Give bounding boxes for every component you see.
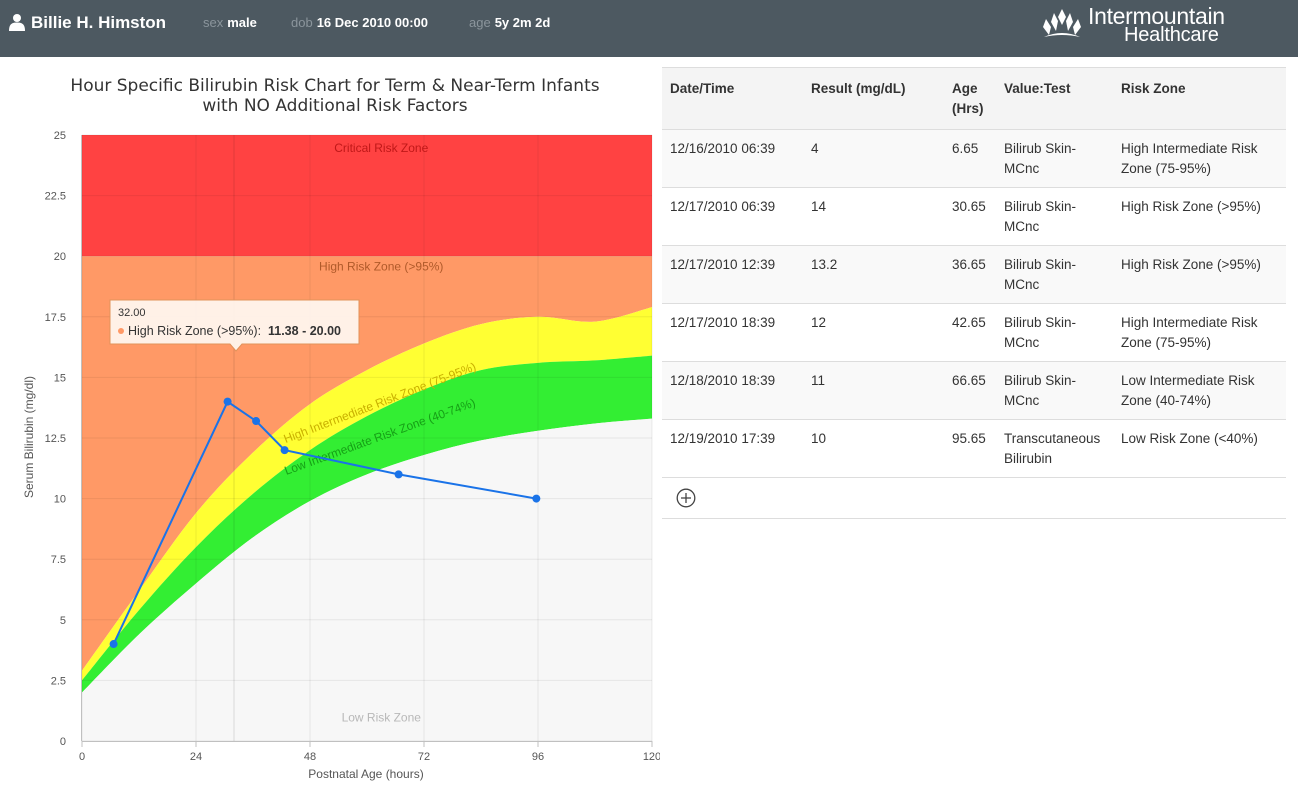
cell-risk-zone: High Risk Zone (>95%) [1121,199,1261,214]
cell-datetime: 12/17/2010 06:39 [670,199,776,214]
bilirubin-data-point[interactable] [252,417,261,426]
cell-risk-zone: Low Intermediate Risk Zone (40-74%) [1121,373,1255,408]
y-tick-label: 12.5 [45,433,66,445]
results-table: Date/Time Result (mg/dL) Age (Hrs) Value… [662,67,1286,478]
intermountain-logo-icon [1043,9,1081,37]
cell-datetime: 12/17/2010 12:39 [670,257,776,272]
x-tick-label: 48 [304,751,316,763]
add-circle-icon[interactable] [676,488,696,508]
col-header-risk-zone[interactable]: Risk Zone [1113,68,1286,130]
cell-value-test: Bilirub Skin-MCnc [1004,199,1077,234]
bilirubin-data-point[interactable] [109,640,118,649]
y-tick-label: 7.5 [51,554,66,566]
y-axis-label: Serum Bilirubin (mg/dl) [22,376,36,498]
y-tick-label: 10 [54,494,66,506]
col-header-datetime[interactable]: Date/Time [662,68,803,130]
cell-age: 42.65 [952,315,986,330]
tooltip-series-dot [118,328,124,334]
chart-subtitle: with NO Additional Risk Factors [202,96,467,116]
cell-result: 12 [811,315,827,330]
cell-age: 36.65 [952,257,986,272]
patient-age: age 5y 2m 2d [469,15,551,30]
bilirubin-data-point[interactable] [223,397,232,406]
cell-result: 14 [811,199,827,214]
x-tick-label: 96 [532,751,544,763]
results-table-panel: Date/Time Result (mg/dL) Age (Hrs) Value… [662,67,1286,519]
col-header-age[interactable]: Age (Hrs) [944,68,996,130]
patient-name: Billie H. Himston [31,13,167,32]
table-row[interactable]: 12/17/2010 18:39 12 42.65 Bilirub Skin-MCnc… [662,303,1286,362]
cell-age: 66.65 [952,373,986,388]
bilirubin-data-point[interactable] [532,494,541,503]
x-axis-label: Postnatal Age (hours) [308,767,423,781]
y-tick-label: 22.5 [45,191,66,203]
zone-label-0: Critical Risk Zone [334,141,428,155]
bilirubin-data-point[interactable] [280,446,289,455]
cell-result: 10 [811,431,827,446]
cell-value-test: Bilirub Skin-MCnc [1004,373,1077,408]
col-header-result[interactable]: Result (mg/dL) [803,68,944,130]
cell-value-test: Transcutaneous Bilirubin [1004,431,1101,466]
cell-age: 6.65 [952,141,979,156]
cell-datetime: 12/17/2010 18:39 [670,315,776,330]
plot-area: 0 2.5 5 7.5 10 12.5 15 17.5 20 22.5 25 0 24 48 72 96 120… [45,130,660,763]
bilirubin-chart-panel: Hour Specific Bilirubin Risk Chart for T… [0,57,660,790]
cell-value-test: Bilirub Skin-MCnc [1004,315,1077,350]
app-header: Billie H. Himston sex male dob 16 Dec 2010… [0,0,1298,57]
y-tick-label: 17.5 [45,312,66,324]
y-tick-label: 15 [54,372,66,384]
cell-datetime: 12/16/2010 06:39 [670,141,776,156]
add-row-bar [662,478,1286,519]
cell-value-test: Bilirub Skin-MCnc [1004,141,1077,176]
table-row[interactable]: 12/16/2010 06:39 4 6.65 Bilirub Skin-MCnc Hi… [662,129,1286,188]
cell-datetime: 12/18/2010 18:39 [670,373,776,388]
bilirubin-risk-chart[interactable]: Hour Specific Bilirubin Risk Chart for T… [0,57,660,790]
table-row[interactable]: 12/18/2010 18:39 11 66.65 Bilirub Skin-MCnc… [662,361,1286,420]
cell-result: 4 [811,141,819,156]
table-row[interactable]: 12/17/2010 06:39 14 30.65 Bilirub Skin-MCnc… [662,187,1286,246]
table-header-row: Date/Time Result (mg/dL) Age (Hrs) Value… [662,67,1286,130]
zone-label-1: High Risk Zone (>95%) [319,260,443,274]
zone-label-4: Low Risk Zone [342,711,422,725]
y-tick-label: 2.5 [51,675,66,687]
cell-result: 13.2 [811,257,838,272]
cell-age: 30.65 [952,199,986,214]
patient-dob: dob 16 Dec 2010 00:00 [291,15,429,30]
cell-value-test: Bilirub Skin-MCnc [1004,257,1077,292]
y-tick-label: 0 [60,736,66,748]
y-tick-label: 5 [60,615,66,627]
table-row[interactable]: 12/19/2010 17:39 10 95.65 Transcutaneous Bi… [662,419,1286,478]
cell-risk-zone: High Intermediate Risk Zone (75-95%) [1121,315,1258,350]
brand-logo: Intermountain Healthcare [1036,3,1286,47]
chart-title: Hour Specific Bilirubin Risk Chart for T… [70,76,599,96]
user-icon [9,14,25,31]
cell-risk-zone: Low Risk Zone (<40%) [1121,431,1258,446]
tooltip-series-label: High Risk Zone (>95%): [128,324,261,338]
x-tick-label: 0 [79,751,85,763]
table-row[interactable]: 12/17/2010 12:39 13.2 36.65 Bilirub Skin-MC… [662,245,1286,304]
y-tick-label: 25 [54,130,66,142]
y-tick-label: 20 [54,251,66,263]
cell-result: 11 [811,373,826,388]
tooltip-range-value: 11.38 - 20.00 [268,324,341,338]
cell-age: 95.65 [952,431,986,446]
cell-risk-zone: High Risk Zone (>95%) [1121,257,1261,272]
col-header-value-test[interactable]: Value:Test [996,68,1113,130]
brand-name-line2: Healthcare [1124,24,1219,46]
cell-risk-zone: High Intermediate Risk Zone (75-95%) [1121,141,1258,176]
x-tick-label: 120 [643,751,660,763]
tooltip-header: 32.00 [118,307,146,319]
bilirubin-data-point[interactable] [394,470,403,479]
x-tick-label: 72 [418,751,430,763]
x-tick-label: 24 [190,751,202,763]
patient-sex: sex male [203,15,257,30]
cell-datetime: 12/19/2010 17:39 [670,431,776,446]
